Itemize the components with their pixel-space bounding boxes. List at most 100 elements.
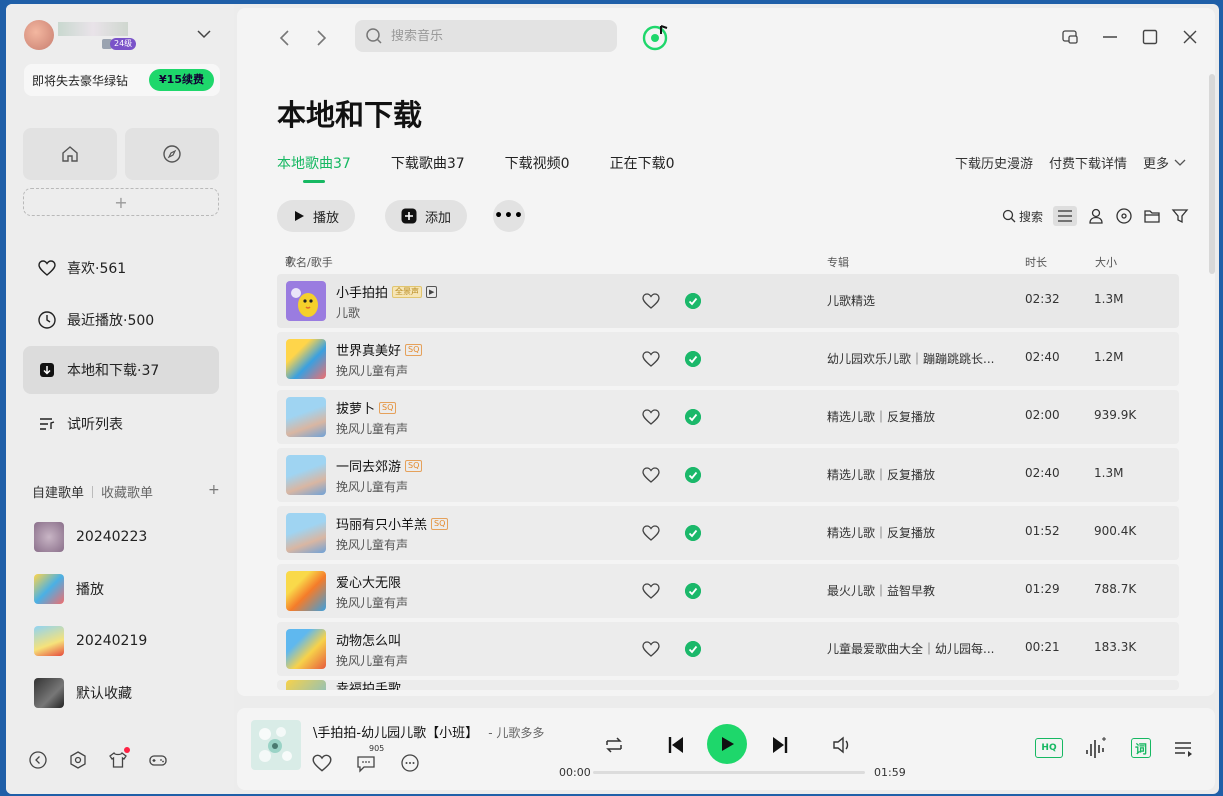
heart-icon[interactable] (641, 639, 661, 659)
sidebar-item-recent[interactable]: 最近播放·500 (23, 296, 219, 344)
download-history-link[interactable]: 下载历史漫游 (955, 153, 1033, 172)
heart-icon[interactable] (641, 581, 661, 601)
song-album[interactable]: 幼儿园欢乐儿歌｜蹦蹦跳跳长... (827, 350, 994, 367)
song-album[interactable]: 精选儿歌｜反复播放 (827, 408, 935, 425)
song-title[interactable]: 幸福拍手歌 (336, 680, 401, 690)
previous-icon[interactable] (665, 734, 687, 756)
add-shortcut-button[interactable]: + (23, 188, 219, 216)
table-row[interactable]: 世界真美好 SQ 挽风儿童有声 幼儿园欢乐儿歌｜蹦蹦跳跳长... 02:40 1… (277, 332, 1179, 386)
song-title[interactable]: 爱心大无限 (336, 572, 401, 591)
back-circle-icon[interactable] (28, 750, 48, 770)
playlist-item[interactable]: 20240223 (34, 522, 147, 552)
add-button[interactable]: 添加 (385, 200, 468, 232)
gamepad-icon[interactable] (148, 750, 168, 770)
tab-collected-playlists[interactable]: 收藏歌单 (101, 482, 153, 501)
song-artist[interactable]: 挽风儿童有声 (336, 652, 408, 669)
table-row[interactable]: 幸福拍手歌 (277, 680, 1179, 690)
song-album[interactable]: 精选儿歌｜反复播放 (827, 524, 935, 541)
song-album[interactable]: 最火儿歌｜益智早教 (827, 582, 935, 599)
more-icon[interactable] (399, 752, 421, 774)
song-artist[interactable]: 挽风儿童有声 (336, 594, 408, 611)
list-view-button[interactable] (1053, 206, 1077, 226)
song-artist[interactable]: 挽风儿童有声 (336, 478, 408, 495)
heart-icon[interactable] (641, 349, 661, 369)
renew-button[interactable]: ¥15续费 (149, 69, 214, 91)
song-title[interactable]: 玛丽有只小羊羔 SQ (336, 514, 449, 533)
tab-downloaded-songs[interactable]: 下载歌曲37 (391, 153, 465, 183)
table-row[interactable]: 一同去郊游 SQ 挽风儿童有声 精选儿歌｜反复播放 02:40 1.3M (277, 448, 1179, 502)
scrollbar[interactable] (1209, 74, 1215, 274)
quality-button[interactable]: HQ (1035, 738, 1063, 758)
now-playing-artist[interactable]: - 儿歌多多 (488, 726, 544, 740)
song-title[interactable]: 小手拍拍 全景声 ▶︎ (336, 282, 438, 301)
tab-downloaded-videos[interactable]: 下载视频0 (505, 153, 570, 183)
album-view-icon[interactable] (1115, 207, 1133, 225)
song-album[interactable]: 儿童最爱歌曲大全｜幼儿园每... (827, 640, 994, 657)
discover-button[interactable] (125, 128, 219, 180)
column-size[interactable]: 大小 (1095, 254, 1117, 270)
playlist-queue-icon[interactable] (1173, 738, 1195, 760)
chevron-down-icon[interactable] (196, 26, 212, 42)
column-duration[interactable]: 时长 (1025, 254, 1047, 270)
minimize-icon[interactable] (1101, 28, 1119, 46)
search-bar[interactable] (355, 20, 617, 52)
tab-downloading[interactable]: 正在下载0 (610, 153, 675, 183)
play-all-button[interactable]: 播放 (277, 200, 356, 232)
next-icon[interactable] (769, 734, 791, 756)
avatar[interactable] (24, 20, 54, 50)
more-menu[interactable]: 更多 (1143, 153, 1187, 172)
sidebar-item-likes[interactable]: 喜欢·561 (23, 244, 219, 292)
folder-view-icon[interactable] (1143, 207, 1161, 225)
more-actions-button[interactable]: ••• (493, 200, 525, 232)
tab-created-playlists[interactable]: 自建歌单 (32, 482, 84, 501)
filter-icon[interactable] (1171, 207, 1189, 225)
heart-icon[interactable] (641, 523, 661, 543)
heart-icon[interactable] (641, 465, 661, 485)
table-row[interactable]: 爱心大无限 挽风儿童有声 最火儿歌｜益智早教 01:29 788.7K (277, 564, 1179, 618)
search-input[interactable] (391, 28, 591, 44)
song-title[interactable]: 一同去郊游 SQ (336, 456, 423, 475)
heart-icon[interactable] (641, 407, 661, 427)
lyrics-button[interactable]: 词 (1131, 738, 1151, 758)
heart-icon[interactable] (311, 752, 333, 774)
artist-view-icon[interactable] (1087, 207, 1105, 225)
skin-button[interactable] (108, 747, 130, 770)
music-recognize-icon[interactable] (641, 22, 671, 52)
comment-button[interactable]: 905 (355, 744, 384, 774)
playlist-item[interactable]: 默认收藏 (34, 678, 132, 708)
forward-arrow-icon[interactable] (311, 28, 331, 48)
mv-icon[interactable]: ▶︎ (426, 285, 438, 298)
now-playing-cover[interactable] (251, 720, 301, 770)
sidebar-item-trial-list[interactable]: 试听列表 (23, 400, 219, 448)
paid-download-link[interactable]: 付费下载详情 (1049, 153, 1127, 172)
maximize-icon[interactable] (1141, 28, 1159, 46)
volume-icon[interactable] (829, 732, 855, 758)
song-album[interactable]: 儿歌精选 (827, 292, 875, 309)
column-album[interactable]: 专辑 (827, 254, 849, 270)
settings-icon[interactable] (68, 750, 88, 770)
now-playing-info[interactable]: \手拍拍-幼儿园儿歌【小班】 - 儿歌多多 (313, 722, 544, 741)
home-button[interactable] (23, 128, 117, 180)
table-row[interactable]: 拔萝卜 SQ 挽风儿童有声 精选儿歌｜反复播放 02:00 939.9K (277, 390, 1179, 444)
column-title[interactable]: 歌名/歌手 ⇕ (285, 254, 333, 269)
playlist-item[interactable]: 20240219 (34, 626, 147, 656)
close-icon[interactable] (1181, 28, 1199, 46)
mini-mode-icon[interactable] (1061, 28, 1079, 46)
table-row[interactable]: 动物怎么叫 挽风儿童有声 儿童最爱歌曲大全｜幼儿园每... 00:21 183.… (277, 622, 1179, 676)
list-search-button[interactable]: 搜索 (1002, 208, 1043, 225)
song-artist[interactable]: 挽风儿童有声 (336, 362, 408, 379)
song-artist[interactable]: 儿歌 (336, 304, 360, 321)
play-button[interactable] (707, 724, 747, 764)
song-artist[interactable]: 挽风儿童有声 (336, 536, 408, 553)
song-title[interactable]: 动物怎么叫 (336, 630, 401, 649)
add-playlist-button[interactable]: + (208, 482, 220, 498)
user-profile[interactable]: 24级 (24, 18, 224, 54)
table-row[interactable]: 玛丽有只小羊羔 SQ 挽风儿童有声 精选儿歌｜反复播放 01:52 900.4K (277, 506, 1179, 560)
sound-effect-icon[interactable] (1083, 736, 1109, 760)
tab-local-songs[interactable]: 本地歌曲37 (277, 153, 351, 183)
sidebar-item-local-download[interactable]: 本地和下载·37 (23, 346, 219, 394)
song-title[interactable]: 世界真美好 SQ (336, 340, 423, 359)
song-artist[interactable]: 挽风儿童有声 (336, 420, 408, 437)
song-title[interactable]: 拔萝卜 SQ (336, 398, 397, 417)
back-arrow-icon[interactable] (275, 28, 295, 48)
